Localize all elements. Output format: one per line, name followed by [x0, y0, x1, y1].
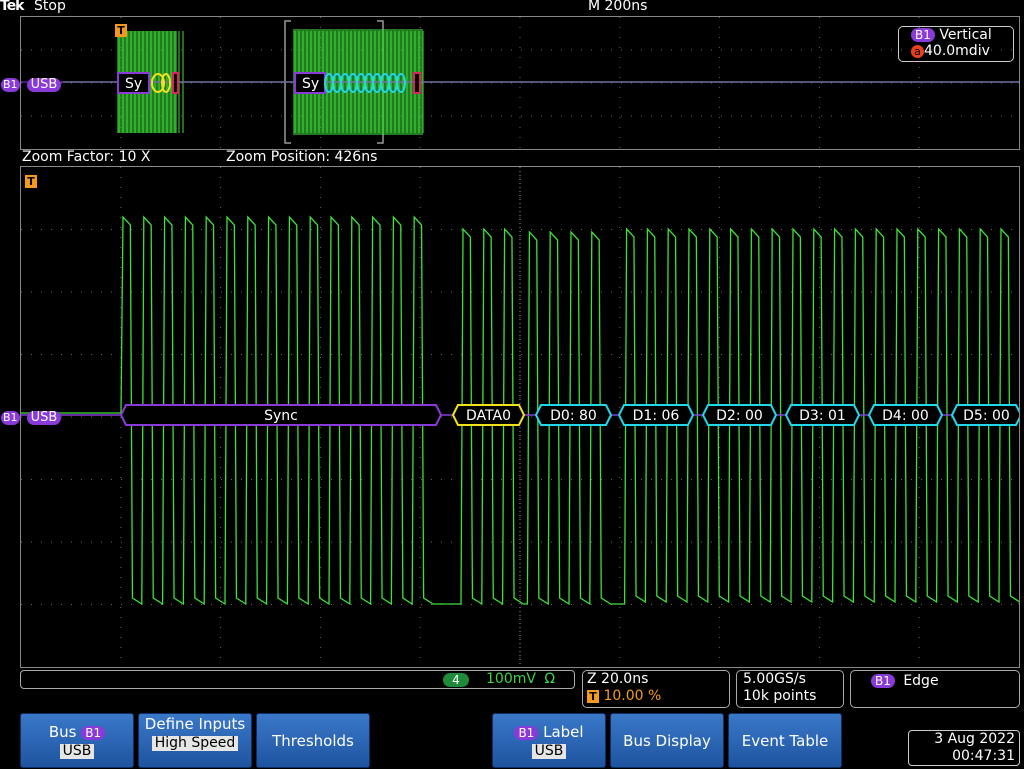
- zoom-position: Zoom Position: 426ns: [226, 149, 378, 165]
- bus-packet-label: D1: 06: [633, 408, 680, 424]
- time-scale: M 200ns: [588, 0, 648, 14]
- vertical-value: 40.0mdiv: [924, 43, 990, 59]
- date: 3 Aug 2022: [934, 731, 1015, 747]
- overview-packet-sync: Sy: [125, 76, 142, 92]
- main-bus-label[interactable]: B1 USB: [1, 406, 62, 425]
- trigger-position-icon: T: [25, 175, 37, 188]
- trigger-icon: T: [587, 690, 599, 703]
- event-table-label: Event Table: [741, 732, 829, 750]
- sample-readout: 5.00GS/s 10k points: [736, 670, 844, 708]
- bus-button-label: Bus: [48, 723, 77, 741]
- bus-id-badge: B1: [1, 78, 20, 92]
- define-inputs-button[interactable]: Define Inputs High Speed: [138, 713, 252, 768]
- zoom-scale: Z 20.0ns: [587, 671, 649, 687]
- define-inputs-label: Define Inputs: [144, 715, 246, 733]
- label-button-value: USB: [531, 744, 567, 759]
- main-graticule[interactable]: Sync DATA0 D0: 80 D1: 06 D2: 00 D3: 01 D4: 00 D…: [1, 166, 1020, 668]
- label-button[interactable]: B1 Label USB: [492, 713, 606, 768]
- channel-scale-value: 100mV: [486, 671, 536, 687]
- tek-logo: Tek: [0, 0, 24, 14]
- label-button-label: Label: [543, 723, 584, 741]
- channel-a-icon: a: [911, 45, 924, 58]
- bus-name-badge: USB: [26, 411, 62, 425]
- zoom-factor: Zoom Factor: 10 X: [22, 149, 151, 165]
- trigger-type: Edge: [903, 673, 939, 689]
- channel-4-scale: 100mV Ω: [486, 671, 555, 687]
- channel-4-badge[interactable]: 4: [443, 673, 469, 687]
- date-time: 3 Aug 2022 00:47:31: [908, 730, 1020, 766]
- bus-id-badge: B1: [514, 726, 539, 740]
- bus-packet-label: D4: 00: [882, 408, 929, 424]
- bus-name-badge: USB: [26, 78, 62, 92]
- thresholds-button[interactable]: Thresholds: [256, 713, 370, 768]
- overview-panel[interactable]: Sy Sy B1 USB T B1 Vertical a 40.0mdiv: [1, 16, 1020, 150]
- vertical-title: Vertical: [939, 27, 992, 43]
- bus-packet-label: D2: 00: [716, 408, 763, 424]
- overview-bus-label[interactable]: B1 USB: [1, 73, 62, 92]
- overview-graticule: Sy Sy: [21, 17, 1019, 149]
- bus-id-badge: B1: [911, 28, 935, 42]
- bus-packet-label: DATA0: [466, 408, 511, 424]
- trigger-source-badge: B1: [871, 674, 895, 688]
- bus-packet-label: D3: 01: [799, 408, 846, 424]
- status-bar: Tek Stop M 200ns: [0, 0, 1024, 16]
- record-length: 10k points: [743, 688, 817, 704]
- impedance-icon: Ω: [544, 671, 556, 687]
- trigger-marker-icon: T: [115, 24, 127, 37]
- bus-id-badge: B1: [81, 726, 106, 740]
- sample-rate: 5.00GS/s: [743, 671, 806, 687]
- event-table-button[interactable]: Event Table: [728, 713, 842, 768]
- bus-packet-label: D0: 80: [550, 408, 597, 424]
- bus-button-value: USB: [59, 744, 95, 759]
- vertical-readout: B1 Vertical a 40.0mdiv: [898, 26, 1014, 62]
- bus-packet-label: Sync: [264, 408, 298, 424]
- bus-display-label: Bus Display: [623, 732, 711, 750]
- time: 00:47:31: [952, 748, 1015, 764]
- thresholds-label: Thresholds: [272, 732, 354, 750]
- bus-packet-label: D5: 00: [963, 408, 1010, 424]
- define-inputs-value: High Speed: [151, 736, 239, 751]
- overview-packet-sync: Sy: [302, 76, 319, 92]
- bus-id-badge: B1: [1, 411, 20, 425]
- bus-button[interactable]: Bus B1 USB: [20, 713, 134, 768]
- trigger-readout[interactable]: B1 Edge: [850, 670, 1020, 708]
- trigger-position-percent: 10.00 %: [603, 688, 662, 704]
- main-waveform-area: Sync DATA0 D0: 80 D1: 06 D2: 00 D3: 01 D4: 00 D…: [21, 167, 1019, 667]
- acquisition-state: Stop: [34, 0, 66, 14]
- zoom-readout: Z 20.0ns T 10.00 %: [582, 670, 730, 708]
- bus-display-button[interactable]: Bus Display: [610, 713, 724, 768]
